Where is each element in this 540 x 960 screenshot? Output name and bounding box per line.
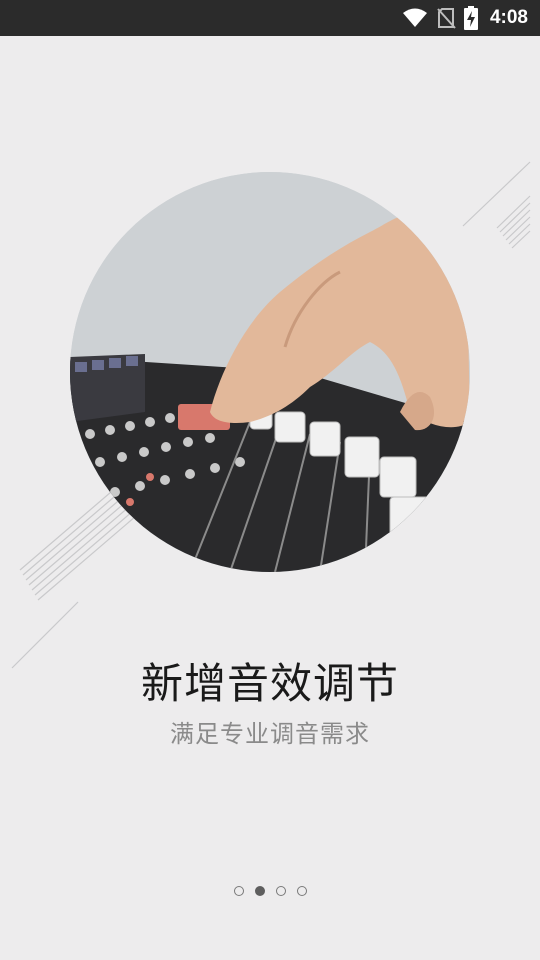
page-title: 新增音效调节 bbox=[140, 659, 399, 708]
page-dot-4[interactable] bbox=[296, 886, 307, 896]
page-subtitle: 满足专业调音需求 bbox=[170, 720, 370, 748]
page-dot-1[interactable] bbox=[233, 886, 244, 896]
page-indicator bbox=[0, 886, 540, 900]
page-dot-2-active[interactable] bbox=[254, 886, 265, 896]
mixing-console-photo bbox=[70, 172, 470, 572]
page-dot-3[interactable] bbox=[275, 886, 286, 896]
